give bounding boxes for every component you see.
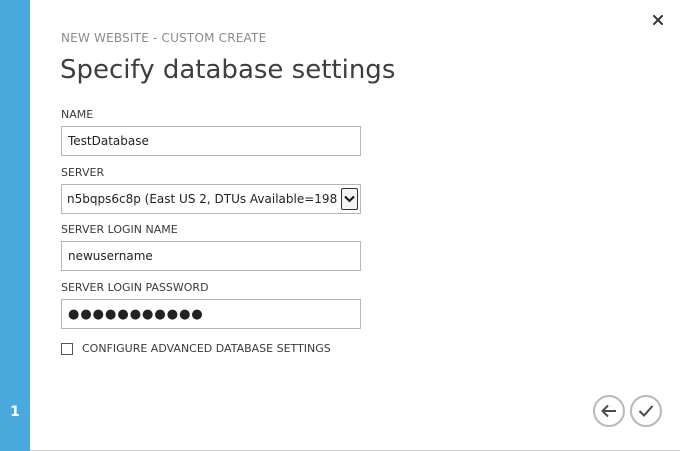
server-login-input[interactable]: newusername	[61, 241, 361, 271]
server-password-label: SERVER LOGIN PASSWORD	[61, 281, 209, 294]
close-button[interactable]	[648, 10, 668, 30]
server-select-value: n5bqps6c8p (East US 2, DTUs Available=19…	[67, 192, 338, 206]
wizard-title: NEW WEBSITE - CUSTOM CREATE	[61, 31, 267, 45]
page-title: Specify database settings	[60, 55, 396, 85]
server-login-label: SERVER LOGIN NAME	[61, 223, 178, 236]
advanced-settings-option[interactable]: CONFIGURE ADVANCED DATABASE SETTINGS	[61, 342, 331, 355]
checkmark-icon	[638, 405, 654, 417]
step-rail: 1	[0, 0, 30, 451]
arrow-left-icon	[601, 404, 616, 418]
chevron-down-icon	[344, 195, 355, 203]
close-icon	[653, 15, 663, 25]
server-label: SERVER	[61, 166, 105, 179]
advanced-settings-label: CONFIGURE ADVANCED DATABASE SETTINGS	[82, 342, 331, 355]
wizard-dialog: 1 NEW WEBSITE - CUSTOM CREATE Specify da…	[0, 0, 680, 451]
server-password-input[interactable]: ●●●●●●●●●●●	[61, 299, 361, 329]
finish-button[interactable]	[630, 395, 662, 427]
server-dropdown-button[interactable]	[341, 188, 358, 210]
server-select[interactable]: n5bqps6c8p (East US 2, DTUs Available=19…	[61, 184, 361, 214]
database-name-value: TestDatabase	[68, 134, 149, 148]
advanced-settings-checkbox[interactable]	[61, 342, 73, 355]
step-number: 1	[10, 404, 20, 420]
database-name-input[interactable]: TestDatabase	[61, 126, 361, 156]
back-button[interactable]	[593, 395, 625, 427]
server-login-value: newusername	[68, 249, 153, 263]
name-label: NAME	[61, 108, 94, 121]
server-password-value: ●●●●●●●●●●●	[68, 306, 204, 322]
